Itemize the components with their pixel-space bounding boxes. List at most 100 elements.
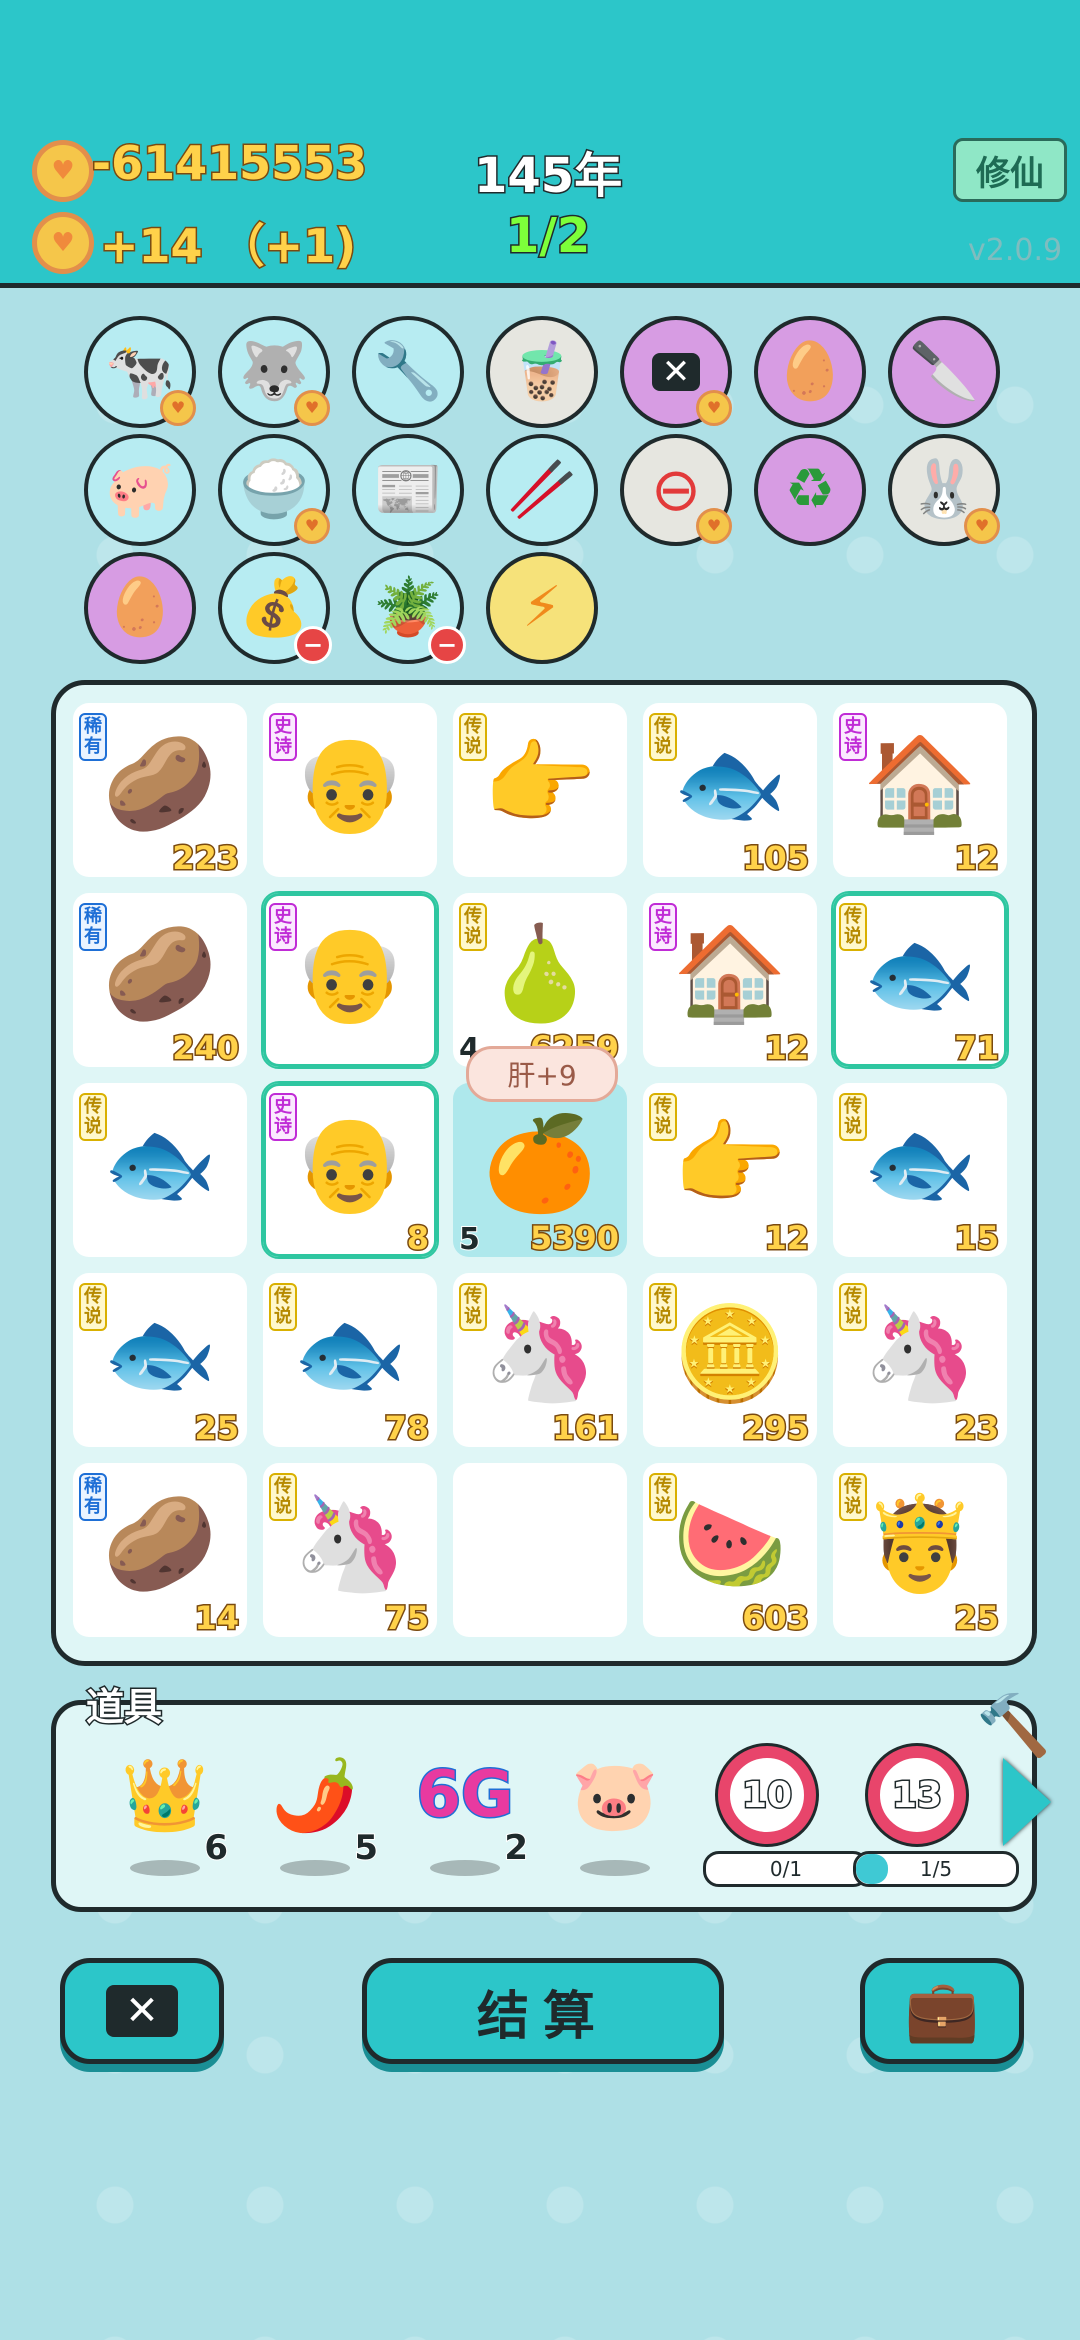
board-cell[interactable]: 史诗 👴 (263, 703, 437, 877)
upgrade-piggy-icon[interactable]: 🐖 (84, 434, 196, 546)
board-cell[interactable]: 传说 🤴 25 (833, 1463, 1007, 1639)
board-cell[interactable]: 传说 🐟 78 (263, 1273, 437, 1449)
target-10-icon[interactable]: 10 (718, 1746, 816, 1844)
potato-icon: 🥔 (102, 920, 218, 1027)
board-cell[interactable]: 史诗 🏠 12 (643, 893, 817, 1069)
board-cell[interactable]: 传说 🐟 25 (73, 1273, 247, 1449)
6g-icon: 6G (415, 1757, 515, 1834)
potato-icon: 🥔 (102, 1490, 218, 1597)
board-cell[interactable]: 传说 🍐 4 6259 (453, 893, 627, 1069)
board-cell[interactable]: 🍊 5 5390 (453, 1083, 627, 1259)
upgrade-lightning-icon[interactable]: ⚡ (486, 552, 598, 664)
item-level: 5 (458, 1221, 481, 1258)
upgrade-rabbit-icon[interactable]: 🐰 ♥ (888, 434, 1000, 546)
item-count: 25 (953, 1598, 1001, 1639)
board-cell[interactable]: 稀有 🥔 14 (73, 1463, 247, 1639)
upgrade-cleaver-icon[interactable]: 🔪 (888, 316, 1000, 428)
board-cell[interactable]: 传说 🐟 105 (643, 703, 817, 879)
board-cell[interactable]: 传说 🦄 23 (833, 1273, 1007, 1449)
upgrade-husky-icon[interactable]: 🐺 ♥ (218, 316, 330, 428)
board-cell[interactable]: 传说 🦄 161 (453, 1273, 627, 1449)
remove-button[interactable]: ✕ (60, 1958, 224, 2064)
old-man-icon: 👴 (292, 730, 408, 837)
coin-icon: ♥ (32, 140, 94, 202)
prop-count: 5 (353, 1827, 379, 1869)
item-count: 75 (383, 1598, 431, 1639)
version-label: v2.0.9 (968, 233, 1063, 268)
pear-icon: 🍐 (482, 920, 598, 1027)
item-count: 8 (405, 1218, 430, 1259)
board-cell[interactable]: 稀有 🥔 223 (73, 703, 247, 879)
unicorn-icon: 🦄 (862, 1300, 978, 1407)
board-cell[interactable]: 稀有 🥔 240 (73, 893, 247, 1069)
target-10-progress: 0/1 (703, 1851, 869, 1887)
koi-fish-icon: 🐟 (102, 1300, 218, 1407)
chili-icon: 🌶️ (271, 1754, 359, 1836)
upgrade-close-tag-icon[interactable]: ✕ ♥ (620, 316, 732, 428)
item-count: 603 (741, 1598, 811, 1639)
pointing-hand-icon: 👉 (482, 730, 598, 837)
board-cell[interactable]: 传说 🍉 603 (643, 1463, 817, 1639)
upgrade-rice-bowl-icon[interactable]: 🍚 ♥ (218, 434, 330, 546)
board-cell[interactable]: 传说 🐟 15 (833, 1083, 1007, 1259)
board-cell[interactable]: 史诗 👴 8 (261, 1081, 439, 1259)
upgrade-flower-pot-icon[interactable]: 🪴 − (352, 552, 466, 664)
prop-crown[interactable]: 👑 6 (110, 1750, 229, 1876)
progress-fill (856, 1854, 888, 1884)
stage-progress: 1/2 (504, 207, 591, 266)
progress-text: 0/1 (769, 1857, 803, 1881)
board-cell[interactable]: 传说 🪙 295 (643, 1273, 817, 1449)
close-tag-icon: ✕ (106, 1985, 178, 2037)
briefcase-button[interactable]: 💼 (860, 1958, 1024, 2064)
prop-count: 2 (503, 1827, 529, 1869)
prop-chili[interactable]: 🌶️ 5 (260, 1750, 379, 1876)
heart-badge-icon: ♥ (696, 390, 732, 426)
upgrade-minus-icon[interactable]: ⊖ ♥ (620, 434, 732, 546)
upgrade-straws-icon[interactable]: 🥢 (486, 434, 598, 546)
progress-text: 1/5 (919, 1857, 953, 1881)
rabbit-house-icon: 🏠 (862, 730, 978, 837)
item-count: 223 (171, 838, 241, 879)
item-count: 12 (763, 1028, 811, 1069)
crown-icon: 👑 (121, 1754, 209, 1836)
board-cell[interactable]: 传说 🐟 (73, 1083, 247, 1257)
prop-count: 6 (203, 1827, 229, 1869)
top-bar: ♥ -61415553 ♥ +14 （+1) 145年 1/2 修仙 v2.0.… (0, 0, 1080, 288)
upgrade-egg-2-icon[interactable]: 🥚 (84, 552, 196, 664)
upgrade-pump-icon[interactable]: 🔧 (352, 316, 464, 428)
upgrade-recycle-icon[interactable]: ♻ (754, 434, 866, 546)
upgrade-sack-icon[interactable]: 💰 − (218, 552, 332, 664)
koi-fish-icon: 🐟 (862, 920, 978, 1027)
board-cell[interactable]: 史诗 👴 (261, 891, 439, 1069)
board-cell-empty[interactable] (453, 1463, 627, 1637)
target-13-icon[interactable]: 13 (868, 1746, 966, 1844)
upgrade-cows-icon[interactable]: 🐄 ♥ (84, 316, 196, 428)
hammer-icon[interactable]: 🔨 (976, 1690, 1051, 1761)
upgrade-egg-icon[interactable]: 🥚 (754, 316, 866, 428)
board-cell[interactable]: 传说 🦄 75 (263, 1463, 437, 1639)
heart-badge-icon: ♥ (160, 390, 196, 426)
next-arrow-icon[interactable] (1003, 1758, 1051, 1846)
heart-badge-icon: ♥ (964, 508, 1000, 544)
settle-button[interactable]: 结算 (362, 1958, 724, 2064)
item-count: 295 (741, 1408, 811, 1449)
coin-pile-icon: 🪙 (672, 1300, 788, 1407)
props-label: 道具 (84, 1684, 163, 1731)
upgrade-time-magazine-icon[interactable]: 📰 (352, 434, 464, 546)
prop-6g[interactable]: 6G 2 (410, 1750, 529, 1876)
board-cell[interactable]: 传说 🐟 71 (831, 891, 1009, 1069)
potato-icon: 🥔 (102, 730, 218, 837)
item-count: 25 (193, 1408, 241, 1449)
minus-badge-icon: − (294, 626, 332, 664)
item-count: 23 (953, 1408, 1001, 1449)
item-count: 15 (953, 1218, 1001, 1259)
xiuxian-button[interactable]: 修仙 (953, 138, 1067, 202)
item-count: 71 (953, 1028, 1001, 1069)
board-cell[interactable]: 传说 👉 12 (643, 1083, 817, 1259)
board-cell[interactable]: 传说 👉 (453, 703, 627, 877)
item-count: 240 (171, 1028, 241, 1069)
board-cell[interactable]: 史诗 🏠 12 (833, 703, 1007, 879)
upgrade-bubble-tea-icon[interactable]: 🧋 (486, 316, 598, 428)
prop-piggy-bank[interactable]: 🐷 (560, 1750, 670, 1876)
heart-badge-icon: ♥ (294, 390, 330, 426)
